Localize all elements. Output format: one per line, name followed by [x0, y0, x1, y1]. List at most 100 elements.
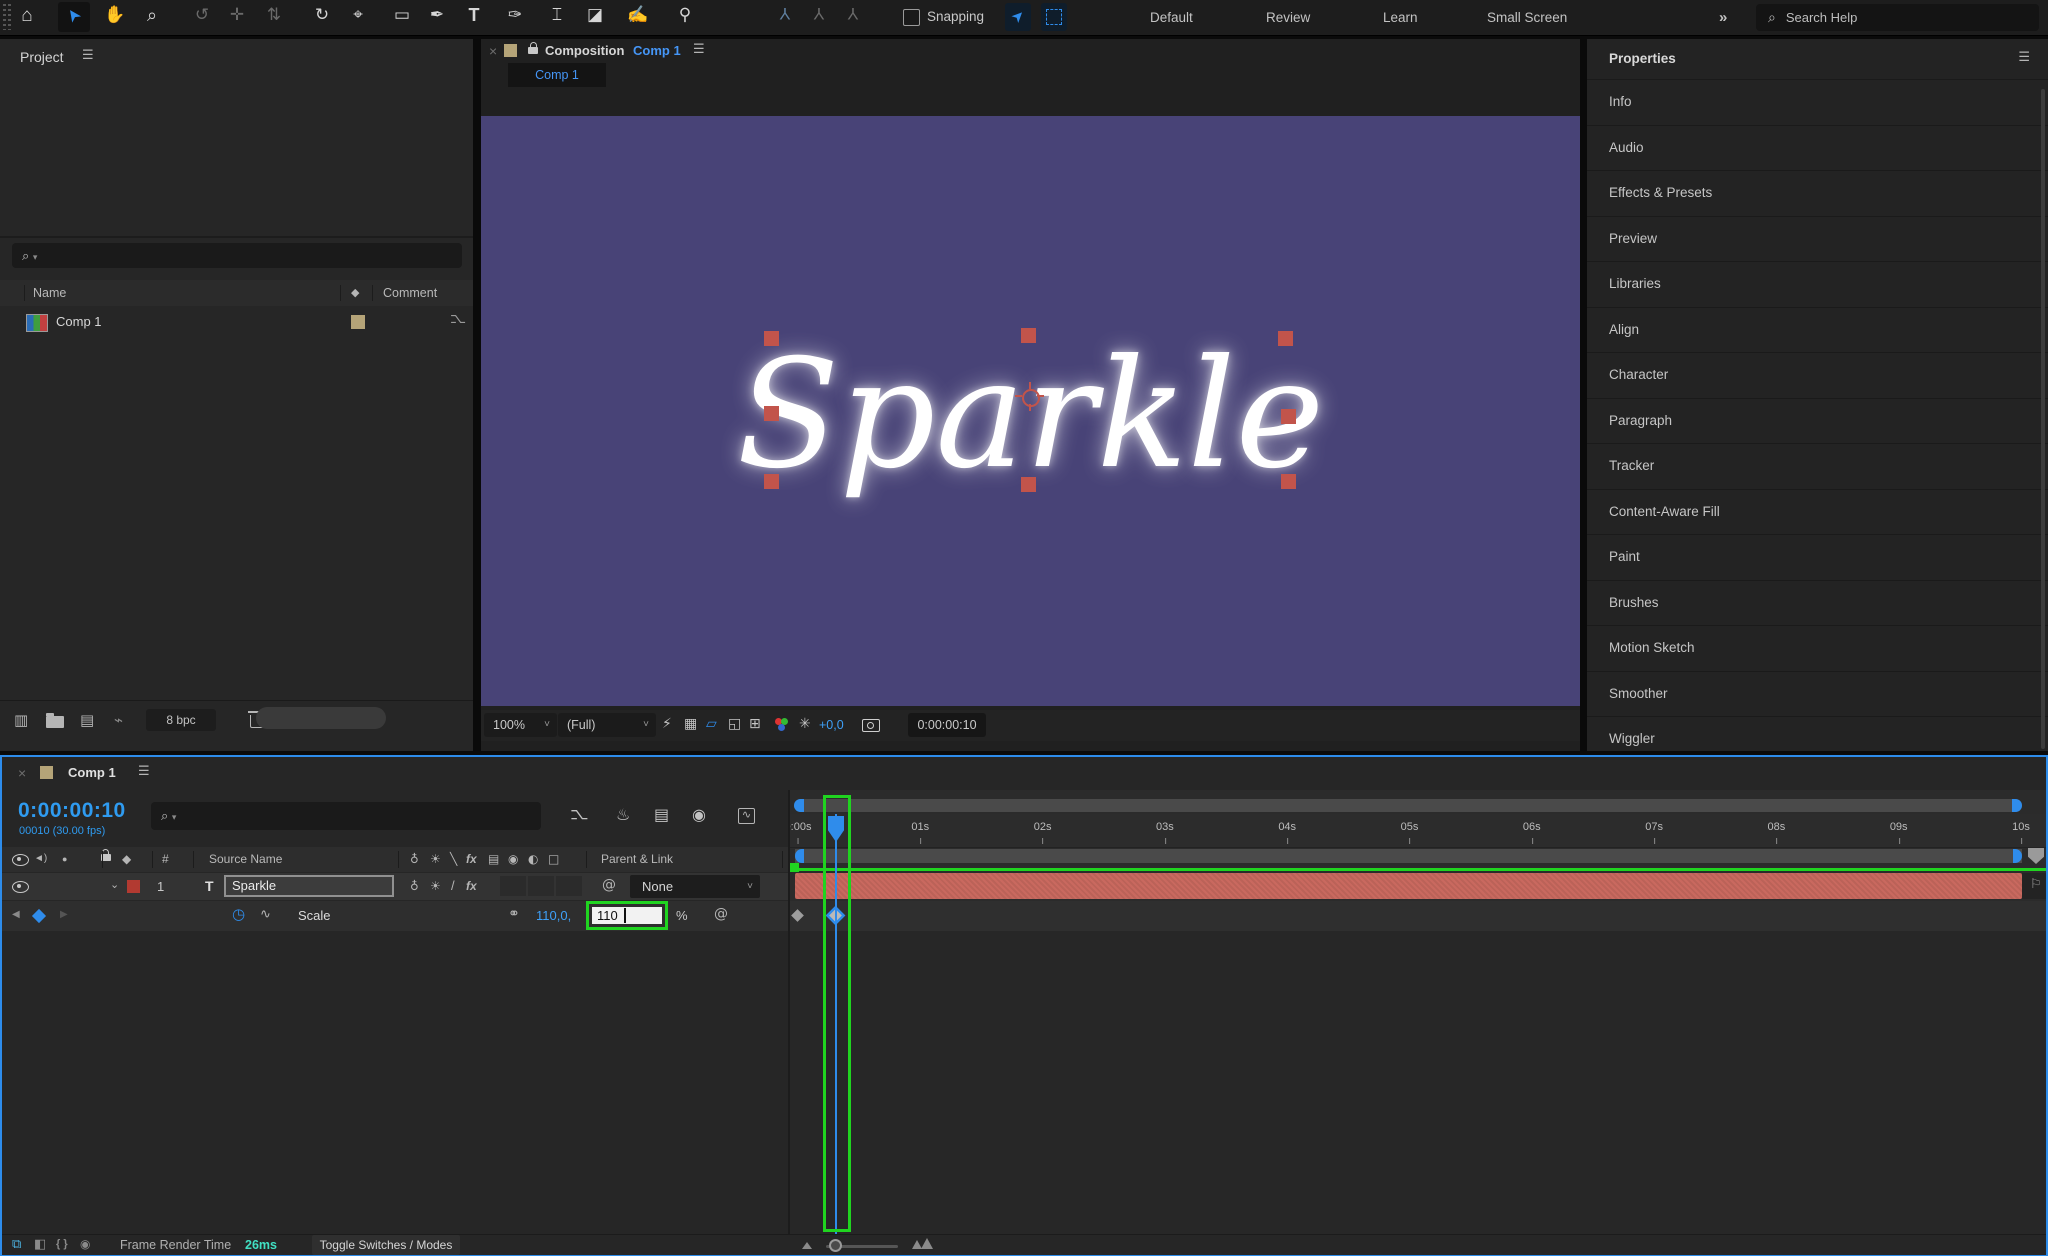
properties-item[interactable]: Brushes	[1587, 580, 2048, 626]
project-row-comp1[interactable]: Comp 1 ⌥	[0, 306, 473, 339]
work-area-start-handle[interactable]	[795, 849, 804, 863]
selection-handle[interactable]	[1021, 328, 1036, 343]
layer-fx-switch[interactable]: fx	[466, 879, 477, 893]
marker-flag-icon[interactable]: ⚐	[2030, 878, 2042, 891]
zoom-tool-icon[interactable]: ⌕	[139, 5, 165, 26]
properties-menu-icon[interactable]: ☰	[2018, 51, 2030, 64]
view-axis-mode-icon[interactable]: Y	[840, 3, 866, 23]
eraser-tool-icon[interactable]: ◪	[582, 5, 608, 25]
properties-item[interactable]: Align	[1587, 307, 2048, 353]
properties-item[interactable]: Info	[1587, 79, 2048, 125]
zoom-in-mountain-icon[interactable]	[921, 1238, 933, 1249]
workspace-tab-learn[interactable]: Learn	[1383, 0, 1418, 35]
flowchart-icon[interactable]: ⌥	[450, 312, 466, 326]
layer-visibility-icon[interactable]	[12, 881, 29, 893]
hand-tool-icon[interactable]: ✋	[102, 5, 128, 25]
project-settings-icon[interactable]: ⌁	[114, 713, 123, 728]
column-comment[interactable]: Comment	[383, 280, 437, 306]
layer-name[interactable]: Sparkle	[232, 878, 276, 893]
toolbar-grip[interactable]	[3, 4, 6, 30]
channel-icon[interactable]	[775, 718, 791, 732]
search-dropdown-icon[interactable]: ▾	[33, 252, 38, 262]
graph-editor-icon[interactable]: ∿	[738, 808, 755, 824]
pan-camera-tool-icon[interactable]: ✛	[224, 5, 250, 25]
project-search-input[interactable]: ⌕ ▾	[12, 243, 462, 268]
properties-item[interactable]: Audio	[1587, 125, 2048, 171]
project-item-name[interactable]: Comp 1	[56, 314, 102, 329]
close-icon[interactable]: ×	[489, 43, 497, 59]
properties-item[interactable]: Preview	[1587, 216, 2048, 262]
timeline-zoom-slider-knob[interactable]	[829, 1239, 842, 1252]
stopwatch-icon[interactable]: ◷	[232, 907, 245, 922]
world-axis-mode-icon[interactable]: Y	[806, 3, 832, 23]
selection-handle[interactable]	[764, 331, 779, 346]
properties-item[interactable]: Paint	[1587, 534, 2048, 580]
snap-cursor-icon[interactable]: ➤	[1005, 3, 1031, 31]
layer-duration-bar[interactable]	[795, 873, 2022, 899]
workspace-tab-small-screen[interactable]: Small Screen	[1487, 0, 1567, 35]
label-color-swatch[interactable]	[351, 315, 365, 329]
timeline-search-input[interactable]: ⌕ ▾	[151, 802, 541, 830]
home-icon[interactable]: ⌂	[14, 5, 40, 27]
properties-item[interactable]: Effects & Presets	[1587, 170, 2048, 216]
exposure-icon[interactable]: ✳	[799, 717, 811, 731]
anchor-point-icon[interactable]	[1022, 389, 1040, 407]
project-menu-icon[interactable]: ☰	[82, 49, 94, 62]
unlock-icon[interactable]	[528, 47, 538, 54]
snapshot-icon[interactable]	[862, 719, 880, 732]
render-time-pane-icon[interactable]: ◉	[80, 1238, 90, 1250]
exposure-value[interactable]: +0,0	[819, 718, 844, 732]
navigator-start-handle[interactable]	[794, 799, 804, 812]
next-keyframe-icon[interactable]: ▶	[60, 910, 68, 920]
canvas-text[interactable]: Sparkle	[737, 328, 1325, 502]
keyframe-diamond[interactable]	[791, 909, 804, 922]
fast-previews-icon[interactable]: ⚡	[662, 717, 672, 731]
draft-3d-icon[interactable]: ♨	[616, 807, 630, 823]
bit-depth-button[interactable]: 8 bpc	[146, 709, 216, 731]
motion-blur-icon[interactable]: ◉	[692, 807, 706, 823]
layer-collapse-switch[interactable]: ☀	[430, 880, 441, 892]
close-icon[interactable]: ×	[18, 765, 26, 781]
workspace-tab-review[interactable]: Review	[1266, 0, 1310, 35]
resolution-dropdown[interactable]: (Full)˅	[558, 713, 656, 737]
type-tool-icon[interactable]: T	[461, 5, 487, 26]
column-name[interactable]: Name	[33, 280, 66, 306]
brush-tool-icon[interactable]: ✑	[502, 5, 528, 25]
shape-tool-icon[interactable]: ▭	[389, 5, 415, 25]
scale-value-input[interactable]: 110	[592, 907, 662, 924]
pen-tool-icon[interactable]: ✒	[424, 5, 450, 25]
selection-handle[interactable]	[1021, 477, 1036, 492]
selection-handle[interactable]	[1278, 331, 1293, 346]
roto-brush-tool-icon[interactable]: ✍	[625, 5, 651, 25]
timeline-tab[interactable]: Comp 1	[68, 765, 116, 780]
search-dropdown-icon[interactable]: ▾	[172, 812, 177, 822]
properties-item[interactable]: Smoother	[1587, 671, 2048, 717]
workspace-tab-default[interactable]: Default	[1150, 0, 1193, 35]
timeline-menu-icon[interactable]: ☰	[138, 765, 150, 778]
layer-shy-switch[interactable]: ♁	[410, 880, 419, 892]
mask-visibility-icon[interactable]: ▱	[706, 717, 717, 731]
snap-bounds-icon[interactable]	[1041, 3, 1067, 31]
property-pick-whip-icon[interactable]: @	[714, 907, 728, 921]
timeline-empty-area[interactable]	[790, 931, 2046, 1234]
orbit-camera-tool-icon[interactable]: ↺	[189, 5, 215, 25]
clone-stamp-tool-icon[interactable]: ⌶	[544, 5, 570, 25]
viewer-timecode[interactable]: 0:00:00:10	[908, 713, 986, 737]
toolbar-grip[interactable]	[8, 4, 11, 30]
layer-switch-cell[interactable]	[500, 876, 526, 896]
help-search-input[interactable]: ⌕Search Help	[1756, 4, 2039, 31]
layer-row[interactable]: ⌄ 1 T Sparkle ♁ ☀ / fx @ None ˅	[2, 873, 788, 900]
graph-toggle-icon[interactable]: ∿	[260, 908, 271, 921]
properties-item[interactable]: Character	[1587, 352, 2048, 398]
link-dimensions-icon[interactable]: ⚭	[508, 907, 520, 921]
comp-tab[interactable]: Comp 1	[508, 63, 606, 87]
layer-quality-switch[interactable]: /	[451, 878, 455, 893]
transfer-controls-pane-icon[interactable]: ◧	[34, 1238, 46, 1251]
workspace-overflow-icon[interactable]: »	[1719, 0, 1727, 35]
expand-chevron-icon[interactable]: ⌄	[110, 879, 119, 890]
layer-switch-cell[interactable]	[528, 876, 554, 896]
scale-property-row[interactable]: ◀ ▶ ◷ ∿ Scale ⚭ 110,0, 110 % @	[2, 901, 788, 931]
frame-blending-icon[interactable]: ▤	[654, 807, 669, 823]
active-comp-name[interactable]: Comp 1	[633, 43, 681, 58]
properties-scrollbar[interactable]	[2041, 89, 2045, 749]
